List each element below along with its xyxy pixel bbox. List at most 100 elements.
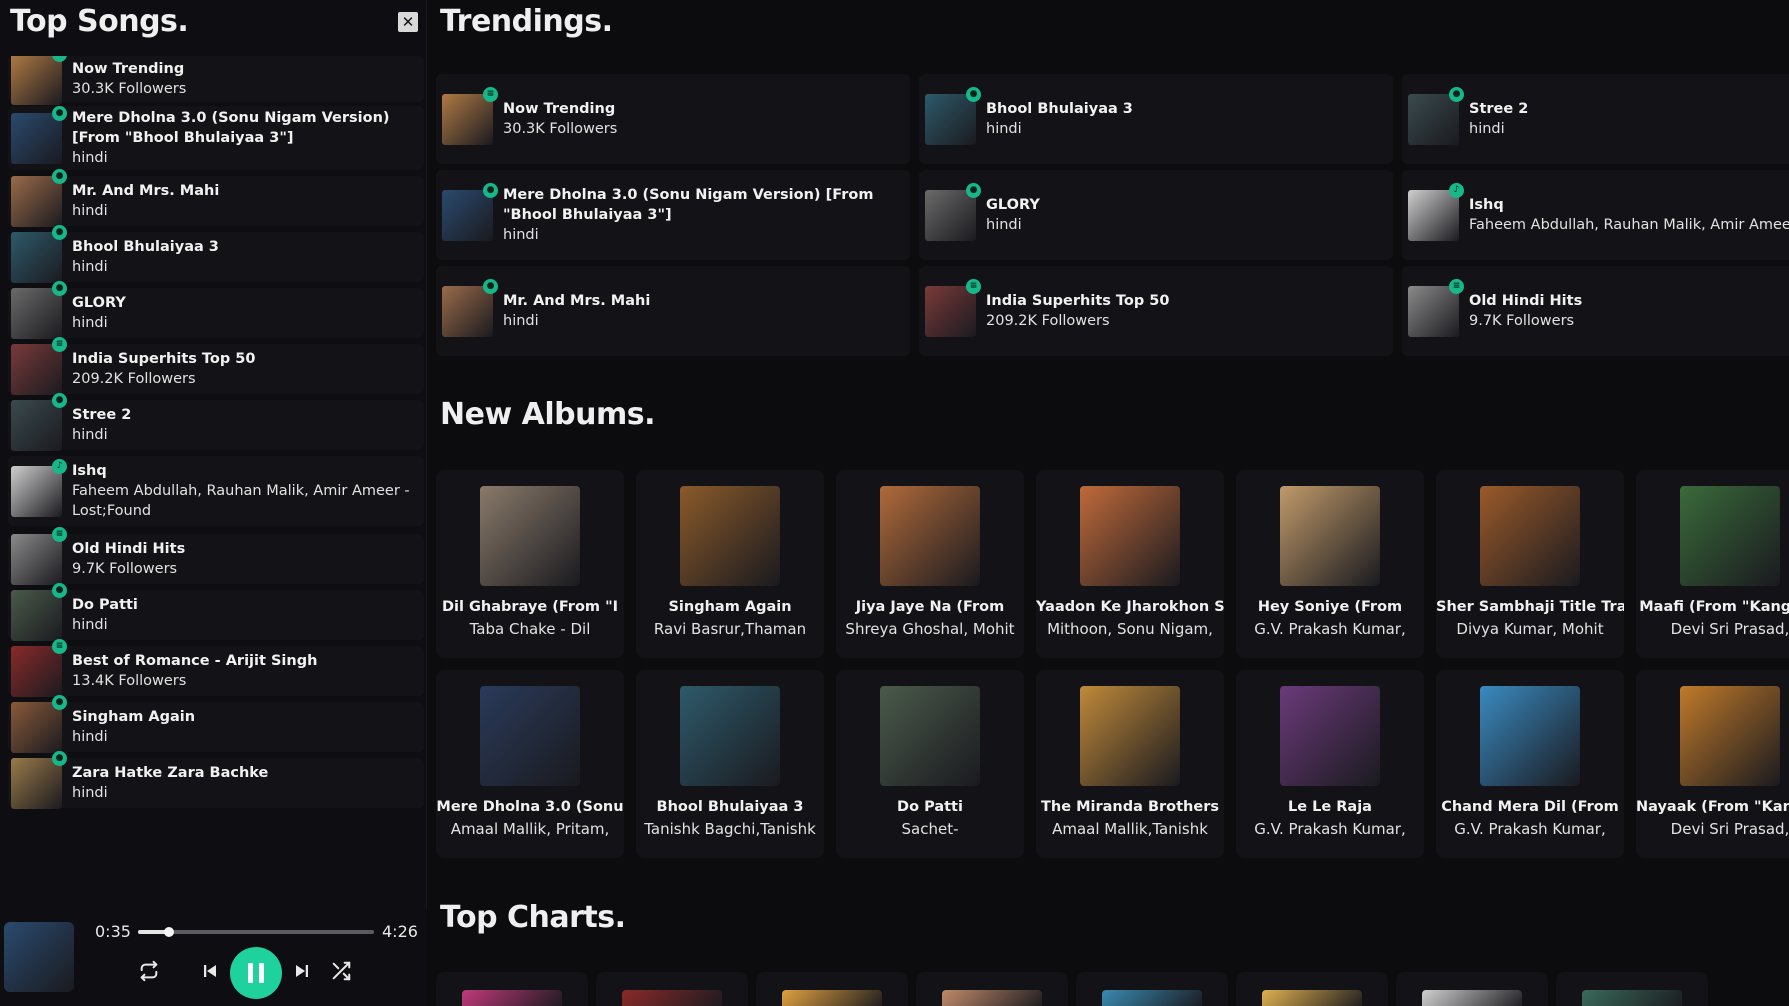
song-list-item[interactable]: ● Singham Again hindi <box>8 694 424 753</box>
chart-card[interactable] <box>596 972 748 1006</box>
shuffle-button[interactable] <box>326 956 356 986</box>
chart-card[interactable] <box>916 972 1068 1006</box>
trending-card[interactable]: ♪ Ishq Faheem Abdullah, Rauhan Malik, Amir… <box>1402 170 1789 260</box>
song-list-item[interactable]: ≡ Old Hindi Hits 9.7K Followers <box>8 526 424 585</box>
trending-title: Mr. And Mrs. Mahi <box>503 293 651 309</box>
album-card[interactable]: Jiya Jaye Na (From Shreya Ghoshal, Mohit <box>836 470 1024 658</box>
album-card[interactable]: Maafi (From "Kanguva Devi Sri Prasad, <box>1636 470 1789 658</box>
album-card[interactable]: Bhool Bhulaiyaa 3 Tanishk Bagchi,Tanishk <box>636 670 824 858</box>
pause-icon <box>248 963 264 983</box>
album-card[interactable]: The Miranda Brothers Amaal Mallik,Tanishk <box>1036 670 1224 858</box>
song-subtitle: hindi <box>72 259 108 275</box>
thumbnail-wrap: ● <box>442 278 498 337</box>
album-card[interactable]: Nayaak (From "Kanguva Devi Sri Prasad, <box>1636 670 1789 858</box>
album-cover <box>1480 686 1580 786</box>
chart-card[interactable] <box>1396 972 1548 1006</box>
cover-image <box>11 399 62 451</box>
album-card[interactable]: Le Le Raja G.V. Prakash Kumar, <box>1236 670 1424 858</box>
album-card[interactable]: Dil Ghabraye (From "I Taba Chake - Dil <box>436 470 624 658</box>
total-time: 4:26 <box>382 922 418 941</box>
progress-handle[interactable] <box>163 927 174 937</box>
repeat-button[interactable] <box>134 956 164 986</box>
trending-card[interactable]: ≡ India Superhits Top 50 209.2K Followers <box>919 266 1393 356</box>
trending-text: Stree 2 hindi <box>1469 99 1528 139</box>
song-list-item[interactable]: ● Mere Dholna 3.0 (Sonu Nigam Version) [F… <box>8 105 424 170</box>
chart-card[interactable] <box>756 972 908 1006</box>
album-cover <box>1680 486 1780 586</box>
cover-image <box>925 93 976 145</box>
chart-card[interactable] <box>1236 972 1388 1006</box>
album-card[interactable]: Sher Sambhaji Title Track Divya Kumar, Mo… <box>1436 470 1624 658</box>
previous-button[interactable] <box>195 956 225 986</box>
shuffle-icon <box>332 961 351 981</box>
album-card[interactable]: Mere Dholna 3.0 (Sonu Amaal Mallik, Prita… <box>436 670 624 858</box>
album-cover <box>1080 486 1180 586</box>
chart-cover <box>1102 990 1202 1006</box>
trending-subtitle: hindi <box>1469 121 1505 137</box>
album-card[interactable]: Yaadon Ke Jharokhon Se Mithoon, Sonu Niga… <box>1036 470 1224 658</box>
trending-text: India Superhits Top 50 209.2K Followers <box>986 291 1169 331</box>
song-list-item[interactable]: ● Do Patti hindi <box>8 582 424 641</box>
repeat-icon <box>140 960 158 982</box>
chart-card[interactable] <box>436 972 588 1006</box>
cover-image <box>442 93 493 145</box>
pause-button[interactable] <box>230 947 282 999</box>
cover-image <box>925 189 976 241</box>
thumbnail-wrap: ♪ <box>1408 182 1464 241</box>
cover-image <box>442 285 493 337</box>
badge-icon: ● <box>966 86 981 102</box>
song-list-item[interactable]: ● GLORY hindi <box>8 280 424 339</box>
song-subtitle: hindi <box>72 785 108 801</box>
trending-card[interactable]: ● Mr. And Mrs. Mahi hindi <box>436 266 910 356</box>
trending-card[interactable]: ● Stree 2 hindi <box>1402 74 1789 164</box>
album-cover <box>480 686 580 786</box>
song-list-item[interactable]: ● Bhool Bhulaiyaa 3 hindi <box>8 224 424 283</box>
trending-subtitle: 9.7K Followers <box>1469 313 1575 329</box>
album-title: The Miranda Brothers <box>1040 799 1219 815</box>
next-button[interactable] <box>287 956 317 986</box>
album-card[interactable]: Singham Again Ravi Basrur,Thaman <box>636 470 824 658</box>
song-list-item[interactable]: ≡ Best of Romance - Arijit Singh 13.4K Fol… <box>8 638 424 697</box>
trending-card[interactable]: ● GLORY hindi <box>919 170 1393 260</box>
song-list-item[interactable]: ≡ India Superhits Top 50 209.2K Followers <box>8 336 424 395</box>
progress-slider[interactable] <box>138 927 374 937</box>
song-list-item[interactable]: ● Zara Hatke Zara Bachke hindi <box>8 750 424 809</box>
close-sidebar-button[interactable]: ✕ <box>398 12 418 32</box>
badge-icon: ♪ <box>52 458 67 474</box>
thumbnail-wrap: ≡ <box>925 278 981 337</box>
song-list-item[interactable]: ● Mr. And Mrs. Mahi hindi <box>8 168 424 227</box>
thumbnail-wrap: ● <box>11 750 67 809</box>
chart-card[interactable] <box>1556 972 1708 1006</box>
album-artists: G.V. Prakash Kumar, <box>1254 620 1406 638</box>
song-list-item[interactable]: ● Stree 2 hindi <box>8 392 424 451</box>
song-list-item[interactable]: ♪ Ishq Faheem Abdullah, Rauhan Malik, Amir… <box>8 456 424 526</box>
album-title: Dil Ghabraye (From "I <box>441 599 619 615</box>
album-card[interactable]: Hey Soniye (From G.V. Prakash Kumar, <box>1236 470 1424 658</box>
chart-cover <box>462 990 562 1006</box>
trending-title: Ishq <box>1469 197 1504 213</box>
thumbnail-wrap: ≡ <box>11 56 67 105</box>
album-card[interactable]: Chand Mera Dil (From G.V. Prakash Kumar, <box>1436 670 1624 858</box>
album-card[interactable]: Do Patti Sachet- <box>836 670 1024 858</box>
chart-cover <box>1422 990 1522 1006</box>
cover-image <box>1408 93 1459 145</box>
trending-card[interactable]: ● Bhool Bhulaiyaa 3 hindi <box>919 74 1393 164</box>
album-cover <box>1480 486 1580 586</box>
trending-text: Ishq Faheem Abdullah, Rauhan Malik, Amir … <box>1469 195 1789 235</box>
trending-subtitle: 209.2K Followers <box>986 313 1110 329</box>
cover-image <box>11 701 62 753</box>
song-title: Stree 2 <box>72 407 132 423</box>
skip-previous-icon <box>204 965 216 977</box>
current-time: 0:35 <box>95 922 131 941</box>
trending-card[interactable]: ≡ Old Hindi Hits 9.7K Followers <box>1402 266 1789 356</box>
song-text: Ishq Faheem Abdullah, Rauhan Malik, Amir … <box>72 461 424 521</box>
cover-image <box>1408 189 1459 241</box>
trending-card[interactable]: ≡ Now Trending 30.3K Followers <box>436 74 910 164</box>
song-title: Mr. And Mrs. Mahi <box>72 183 220 199</box>
trending-text: Mr. And Mrs. Mahi hindi <box>503 291 650 331</box>
album-title: Maafi (From "Kanguva <box>1639 599 1789 615</box>
chart-card[interactable] <box>1076 972 1228 1006</box>
trending-card[interactable]: ● Mere Dholna 3.0 (Sonu Nigam Version) [F… <box>436 170 910 260</box>
song-list-item[interactable]: ≡ Now Trending 30.3K Followers <box>8 56 424 105</box>
album-cover <box>1280 686 1380 786</box>
